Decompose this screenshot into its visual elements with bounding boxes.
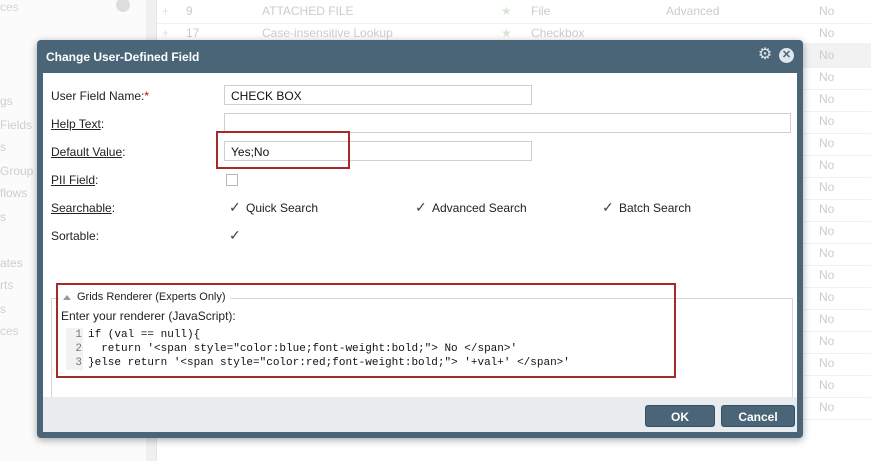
sortable-checkbox[interactable]: ✓ — [229, 228, 241, 242]
advanced-search-checkbox[interactable]: ✓ — [415, 200, 427, 214]
user-field-name-label: User Field Name:* — [51, 89, 149, 103]
batch-search-checkbox[interactable]: ✓ — [602, 200, 614, 214]
default-value-label-text: Default Value — [51, 145, 123, 159]
highlight-renderer-code — [56, 283, 676, 378]
help-text-input[interactable] — [224, 113, 791, 133]
searchable-label-text: Searchable — [51, 201, 112, 215]
quick-search-checkbox[interactable]: ✓ — [229, 200, 241, 214]
required-mark: * — [144, 89, 150, 103]
sortable-label: Sortable: — [51, 229, 100, 243]
searchable-label: Searchable: — [51, 201, 116, 215]
quick-search-label: Quick Search — [246, 201, 319, 215]
default-value-label: Default Value: — [51, 145, 126, 159]
user-field-name-input[interactable]: CHECK BOX — [224, 85, 532, 105]
help-text-label-text: Help Text — [51, 117, 101, 131]
gear-icon[interactable]: ⚙ — [757, 47, 773, 63]
ok-button[interactable]: OK — [645, 405, 715, 427]
change-user-defined-field-dialog: Change User-Defined Field ⚙ ✕ User Field… — [37, 40, 803, 438]
pii-field-label: PII Field: — [51, 173, 99, 187]
pii-field-checkbox[interactable] — [226, 174, 238, 186]
close-icon[interactable]: ✕ — [779, 48, 794, 63]
help-text-label: Help Text: — [51, 117, 105, 131]
batch-search-label: Batch Search — [619, 201, 692, 215]
cancel-button[interactable]: Cancel — [721, 405, 795, 427]
pii-field-label-text: PII Field — [51, 173, 96, 187]
dialog-title: Change User-Defined Field — [46, 50, 200, 64]
user-field-name-label-text: User Field Name: — [51, 89, 145, 103]
advanced-search-label: Advanced Search — [432, 201, 527, 215]
highlight-default-value — [216, 131, 350, 169]
